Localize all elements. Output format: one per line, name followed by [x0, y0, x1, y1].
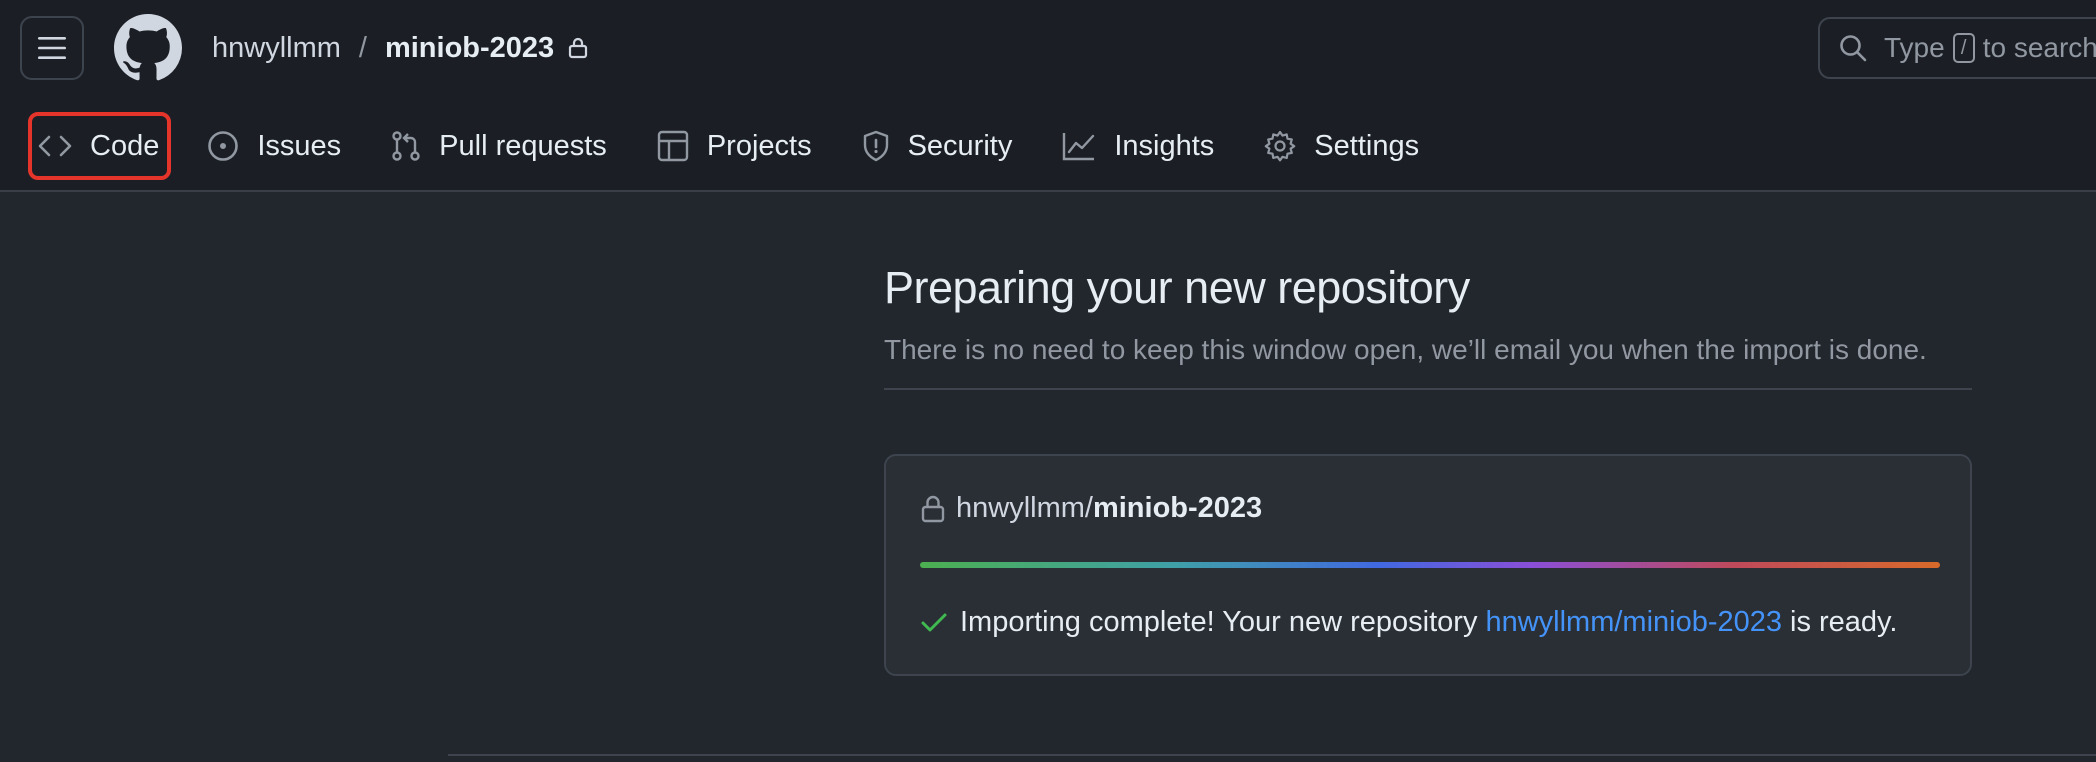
search-placeholder-suffix: to search	[1982, 32, 2096, 63]
repo-name-link[interactable]: miniob-2023	[385, 32, 554, 65]
owner-link[interactable]: hnwyllmm	[212, 32, 341, 65]
tab-issues[interactable]: Issues	[197, 112, 351, 180]
tab-security-label: Security	[907, 129, 1013, 162]
import-status-panel: Preparing your new repository There is n…	[884, 262, 1972, 676]
tab-code-label: Code	[90, 129, 160, 162]
tab-insights[interactable]: Insights	[1052, 112, 1224, 180]
card-repo-owner: hnwyllmm/	[956, 492, 1093, 524]
card-repo-title: miniob-2023	[1092, 492, 1263, 524]
menu-button[interactable]	[20, 16, 84, 80]
bottom-divider	[448, 754, 2096, 756]
pull-request-icon	[392, 131, 420, 161]
page-subtitle: There is no need to keep this window ope…	[884, 334, 1927, 365]
github-logo-icon[interactable]	[114, 14, 182, 82]
tab-insights-label: Insights	[1114, 129, 1215, 162]
tab-settings[interactable]: Settings	[1254, 112, 1429, 180]
status-prefix: Importing complete! Your new repository	[960, 606, 1478, 638]
tab-projects-label: Projects	[706, 129, 812, 162]
import-status-message: Importing complete! Your new repository …	[920, 606, 1897, 639]
lock-icon	[568, 37, 588, 59]
tab-projects[interactable]: Projects	[647, 112, 822, 180]
page-title: Preparing your new repository	[884, 262, 1470, 313]
gear-icon	[1264, 130, 1296, 162]
tab-settings-label: Settings	[1314, 129, 1420, 162]
tab-pull-requests-label: Pull requests	[439, 129, 607, 162]
search-input[interactable]: Type / to search	[1818, 17, 2096, 79]
search-shortcut-key: /	[1952, 33, 1975, 63]
breadcrumb-separator: /	[358, 31, 367, 64]
lock-icon	[921, 495, 945, 522]
tab-issues-label: Issues	[257, 129, 342, 162]
code-icon	[38, 135, 72, 157]
tab-pull-requests[interactable]: Pull requests	[381, 112, 617, 180]
check-icon	[921, 613, 947, 631]
import-card: hnwyllmm/ miniob-2023 Importing complete…	[884, 454, 1972, 676]
shield-icon	[863, 130, 888, 162]
import-progress-fill	[920, 562, 1940, 568]
repo-tabs: Code Issues Pull requests Projects Secur…	[28, 112, 1459, 180]
card-repo-name: hnwyllmm/ miniob-2023	[920, 492, 1262, 525]
hamburger-icon	[38, 37, 66, 59]
search-icon	[1840, 35, 1867, 62]
status-suffix: is ready.	[1790, 606, 1898, 638]
issue-icon	[208, 131, 239, 161]
import-progress-bar	[920, 562, 1940, 568]
new-repo-link[interactable]: hnwyllmm/miniob-2023	[1485, 606, 1782, 639]
tab-code[interactable]: Code	[28, 112, 172, 180]
tab-security[interactable]: Security	[852, 112, 1023, 180]
project-table-icon	[657, 130, 689, 162]
divider	[884, 388, 1972, 390]
repo-header: hnwyllmm / miniob-2023 Type / to search …	[0, 0, 2096, 192]
graph-icon	[1063, 133, 1095, 161]
repo-breadcrumb: hnwyllmm / miniob-2023	[212, 28, 588, 68]
search-placeholder-prefix: Type	[1884, 32, 1945, 63]
